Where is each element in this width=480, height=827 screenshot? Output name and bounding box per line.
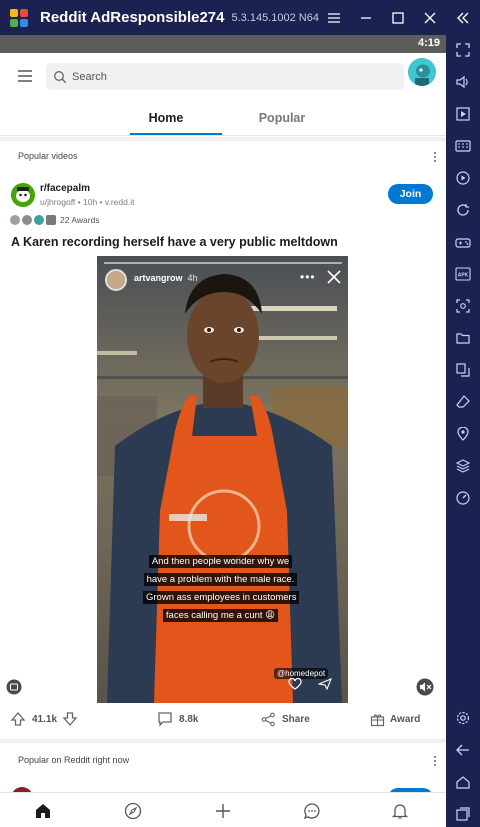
story-close-icon: [327, 270, 341, 284]
section-popular-videos-label: Popular videos: [18, 151, 78, 161]
share-icon: [261, 712, 275, 726]
settings-icon[interactable]: [446, 705, 480, 731]
story-age: 4h: [187, 273, 198, 283]
app-header: Search: [0, 53, 446, 99]
post-meta: u/jhrogoff • 10h • v.redd.it: [40, 197, 135, 207]
story-more-icon: •••: [300, 270, 316, 284]
share-button[interactable]: Share: [261, 705, 310, 733]
apk-install-icon[interactable]: APK: [446, 261, 480, 287]
post-title[interactable]: A Karen recording herself have a very pu…: [11, 235, 338, 249]
location-icon[interactable]: [446, 421, 480, 447]
post-action-bar: 41.1k 8.8k Share Award: [0, 705, 446, 733]
award-icon: [22, 214, 32, 225]
upvote-icon[interactable]: [10, 711, 26, 727]
discover-icon: [124, 802, 142, 819]
emulator-title-bar: Reddit AdResponsible274 5.3.145.1002 N64: [0, 0, 480, 35]
home-icon[interactable]: [446, 769, 480, 795]
video-caption: And then people wonder why we have a pro…: [143, 553, 300, 625]
chat-icon: [303, 802, 320, 819]
multi-instance-icon[interactable]: [446, 357, 480, 383]
feed-divider: [0, 739, 446, 743]
awards-row[interactable]: 22 Awards: [10, 213, 100, 226]
speed-icon[interactable]: [446, 485, 480, 511]
recents-icon[interactable]: [446, 801, 480, 827]
app-version: 5.3.145.1002 N64: [231, 11, 319, 24]
rotate-icon[interactable]: [446, 197, 480, 223]
nav-discover[interactable]: [113, 793, 153, 827]
menu-icon[interactable]: [15, 67, 35, 85]
back-icon[interactable]: [446, 737, 480, 763]
award-gift-icon: [370, 713, 385, 726]
award-label: Award: [390, 713, 421, 725]
svg-text:APK: APK: [458, 273, 469, 279]
search-icon: [54, 70, 67, 83]
app-title: Reddit AdResponsible274: [40, 9, 225, 26]
hamburger-menu-icon[interactable]: [318, 0, 350, 35]
award-icon: [34, 214, 44, 225]
comments-button[interactable]: 8.8k: [157, 705, 198, 733]
feed-tabs: Home Popular: [0, 99, 446, 136]
create-icon: [216, 803, 230, 818]
downvote-icon[interactable]: [62, 711, 78, 727]
eraser-icon[interactable]: [446, 389, 480, 415]
nav-chat[interactable]: [292, 793, 332, 827]
screen-record-icon[interactable]: [446, 101, 480, 127]
bottom-nav: [0, 792, 446, 827]
nav-create[interactable]: [203, 793, 243, 827]
play-macro-icon[interactable]: [446, 165, 480, 191]
share-label: Share: [282, 713, 310, 725]
subreddit-name[interactable]: r/facepalm: [40, 183, 90, 194]
video-player[interactable]: artvangrow 4h ••• And then people wonder …: [97, 256, 348, 703]
emulator-sidebar: APK: [446, 35, 480, 827]
vote-group: 41.1k: [10, 705, 78, 733]
layers-icon[interactable]: [446, 453, 480, 479]
screen: Reddit AdResponsible274 5.3.145.1002 N64: [0, 0, 480, 827]
screenshot-icon[interactable]: [446, 293, 480, 319]
mute-icon[interactable]: [416, 678, 434, 696]
nav-notifications[interactable]: [380, 793, 420, 827]
user-avatar[interactable]: [408, 58, 436, 86]
status-time: 4:19: [417, 37, 440, 49]
gamepad-icon[interactable]: [446, 229, 480, 255]
vote-count: 41.1k: [32, 713, 58, 725]
comment-icon: [158, 712, 172, 727]
home-icon: [36, 803, 50, 818]
award-icon: [10, 214, 20, 225]
section-options-icon[interactable]: [432, 754, 438, 766]
gif-icon[interactable]: [6, 679, 22, 695]
close-icon[interactable]: [414, 0, 446, 35]
award-icon: [46, 214, 56, 225]
nav-home[interactable]: [23, 793, 63, 827]
notifications-icon: [391, 803, 409, 819]
subreddit-icon[interactable]: [11, 183, 35, 207]
status-bar: 4:19: [0, 35, 446, 53]
story-progress-bar: [104, 262, 342, 264]
maximize-icon[interactable]: [382, 0, 414, 35]
section-options-icon[interactable]: [432, 150, 438, 162]
search-placeholder: Search: [72, 70, 107, 83]
minimize-icon[interactable]: [350, 0, 382, 35]
search-input[interactable]: Search: [46, 63, 404, 90]
fullscreen-icon[interactable]: [446, 37, 480, 63]
tab-popular[interactable]: Popular: [232, 99, 332, 136]
section-popular-now-label: Popular on Reddit right now: [18, 755, 130, 765]
folder-icon[interactable]: [446, 325, 480, 351]
award-button[interactable]: Award: [370, 705, 420, 733]
join-button[interactable]: Join: [388, 184, 433, 204]
awards-count: 22 Awards: [60, 214, 100, 225]
bluestacks-logo-icon: [8, 7, 30, 29]
tab-home[interactable]: Home: [110, 99, 222, 136]
story-username: artvangrow 4h: [134, 273, 198, 283]
collapse-sidebar-icon[interactable]: [446, 0, 480, 35]
keyboard-icon[interactable]: [446, 133, 480, 159]
comment-count: 8.8k: [179, 713, 199, 725]
volume-icon[interactable]: [446, 69, 480, 95]
story-heart-icon: [288, 677, 302, 690]
story-avatar: [105, 269, 127, 291]
video-frame: [97, 256, 348, 703]
feed-divider: [0, 137, 446, 141]
story-send-icon: [317, 677, 332, 691]
